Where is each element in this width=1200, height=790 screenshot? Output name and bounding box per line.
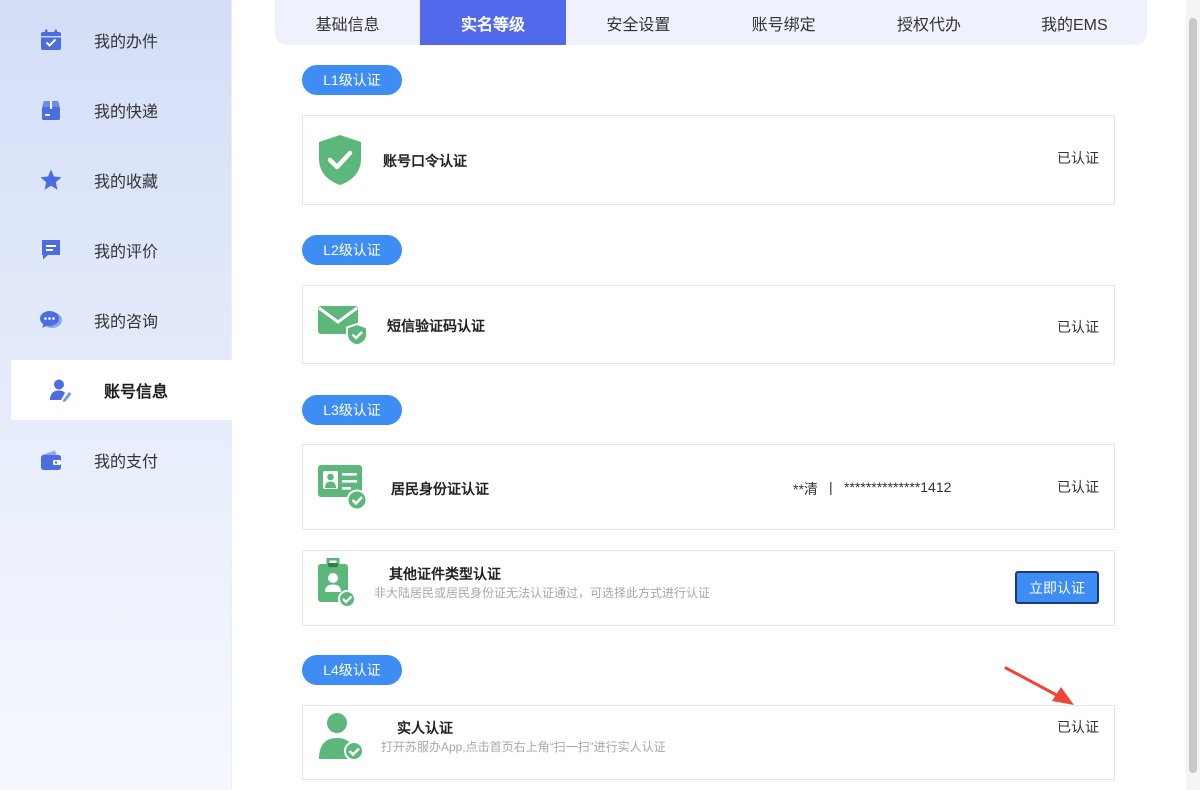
tab-authorized-agent[interactable]: 授权代办 bbox=[856, 0, 1001, 45]
scrollbar-thumb[interactable] bbox=[1189, 18, 1197, 773]
auth-card-password: 账号口令认证 已认证 bbox=[302, 115, 1115, 205]
card-title: 实人认证 bbox=[397, 720, 453, 736]
tab-realname-level[interactable]: 实名等级 bbox=[420, 0, 566, 45]
id-card-icon bbox=[318, 465, 368, 511]
card-title: 其他证件类型认证 bbox=[389, 566, 501, 582]
tab-bar: 基础信息 实名等级 安全设置 账号绑定 授权代办 我的EMS bbox=[275, 0, 1147, 45]
tab-basic-info[interactable]: 基础信息 bbox=[275, 0, 420, 45]
card-title: 居民身份证认证 bbox=[391, 481, 489, 497]
chat-bubbles-icon bbox=[40, 311, 62, 328]
badge-icon bbox=[318, 558, 356, 608]
card-title: 账号口令认证 bbox=[383, 153, 467, 169]
sidebar-item-label: 我的支付 bbox=[94, 454, 159, 471]
verify-now-button[interactable]: 立即认证 bbox=[1015, 571, 1099, 604]
sidebar-item-my-reviews[interactable]: 我的评价 bbox=[11, 220, 232, 280]
star-icon bbox=[40, 169, 62, 190]
sidebar-item-my-payment[interactable]: 我的支付 bbox=[11, 430, 232, 490]
user-edit-icon bbox=[50, 379, 72, 402]
scrollbar[interactable] bbox=[1186, 0, 1200, 790]
auth-card-face: 实人认证 打开苏服办App,点击首页右上角“扫一扫”进行实人认证 已认证 bbox=[302, 705, 1115, 780]
package-icon bbox=[42, 101, 60, 120]
level-badge-l2: L2级认证 bbox=[302, 235, 402, 265]
level-badge-l1: L1级认证 bbox=[302, 65, 402, 95]
masked-name: **清 bbox=[793, 481, 818, 497]
level-badge-l4: L4级认证 bbox=[302, 655, 402, 685]
wallet-icon bbox=[41, 450, 61, 470]
sidebar-item-my-express[interactable]: 我的快递 bbox=[11, 80, 232, 140]
calendar-check-icon bbox=[41, 29, 61, 50]
envelope-shield-icon bbox=[318, 306, 368, 346]
sidebar-item-my-favorites[interactable]: 我的收藏 bbox=[11, 150, 232, 210]
card-title: 短信验证码认证 bbox=[387, 318, 485, 334]
tab-security-settings[interactable]: 安全设置 bbox=[566, 0, 711, 45]
sidebar-item-label: 账号信息 bbox=[104, 384, 169, 401]
sidebar-item-my-consult[interactable]: 我的咨询 bbox=[11, 290, 232, 350]
sidebar-item-label: 我的咨询 bbox=[94, 314, 159, 331]
auth-card-other-id: 其他证件类型认证 非大陆居民或居民身份证无法认证通过，可选择此方式进行认证 立即… bbox=[302, 550, 1115, 626]
sidebar-item-my-affairs[interactable]: 我的办件 bbox=[11, 10, 232, 70]
auth-card-id-card: 居民身份证认证 **清 | **************1412 已认证 bbox=[302, 444, 1115, 530]
sidebar: 我的办件 我的快递 我的收藏 我的评价 我的咨询 账号信息 我的支付 bbox=[0, 0, 232, 790]
annotation-arrow-icon bbox=[1004, 666, 1074, 705]
status-badge: 已认证 bbox=[1057, 150, 1099, 166]
person-check-icon bbox=[319, 713, 364, 761]
sidebar-item-label: 我的快递 bbox=[94, 104, 159, 121]
card-description: 打开苏服办App,点击首页右上角“扫一扫”进行实人认证 bbox=[381, 740, 666, 754]
sidebar-item-label: 我的评价 bbox=[94, 244, 159, 261]
comment-icon bbox=[42, 240, 60, 260]
tab-my-ems[interactable]: 我的EMS bbox=[1002, 0, 1147, 45]
level-badge-l3: L3级认证 bbox=[302, 395, 402, 425]
shield-check-icon bbox=[319, 135, 361, 185]
separator: | bbox=[829, 479, 833, 495]
auth-card-sms: 短信验证码认证 已认证 bbox=[302, 285, 1115, 364]
status-badge: 已认证 bbox=[1057, 479, 1099, 495]
status-badge: 已认证 bbox=[1057, 319, 1099, 335]
sidebar-item-label: 我的收藏 bbox=[94, 174, 159, 191]
status-badge: 已认证 bbox=[1057, 719, 1099, 735]
sidebar-item-account-info[interactable]: 账号信息 bbox=[11, 360, 232, 420]
card-description: 非大陆居民或居民身份证无法认证通过，可选择此方式进行认证 bbox=[374, 586, 711, 600]
sidebar-item-label: 我的办件 bbox=[94, 34, 159, 51]
tab-account-binding[interactable]: 账号绑定 bbox=[711, 0, 856, 45]
masked-id-number: **************1412 bbox=[844, 479, 952, 495]
